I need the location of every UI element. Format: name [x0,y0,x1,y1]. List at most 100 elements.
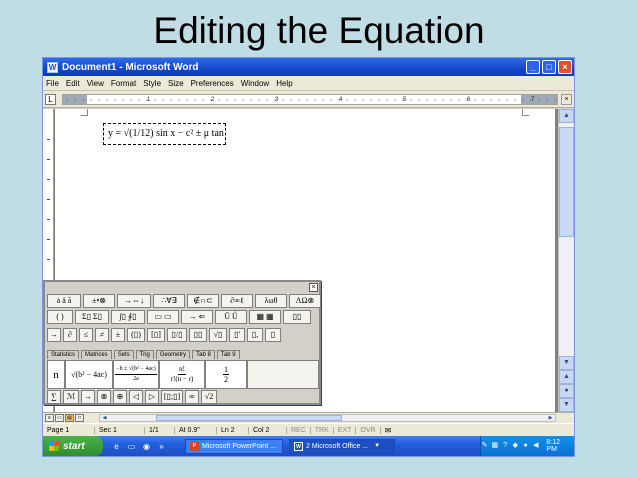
palette-leq-button[interactable]: ≤ [79,328,93,342]
palette-paren-button[interactable]: (▯) [127,328,145,342]
palette-right-triangle-button[interactable]: ▷ [145,390,159,404]
menu-style[interactable]: Style [143,79,161,88]
palette-script-m-button[interactable]: ℳ [63,390,79,404]
equation-object[interactable]: y = √(1/12) sin x − c² ± μ tan x [103,123,226,145]
vertical-scroll-thumb[interactable] [559,127,574,237]
status-ext[interactable]: EXT [334,426,357,434]
taskbar-powerpoint[interactable]: P Microsoft PowerPoint ... [185,438,283,454]
palette-sum-small-button[interactable]: ∑ [47,390,61,404]
status-trk[interactable]: TRK [311,426,334,434]
browse-object-icon[interactable]: ● [559,384,574,398]
palette-oplus-button[interactable]: ⊕ [113,390,127,404]
status-rec[interactable]: REC [287,426,311,434]
palette-bar-button[interactable]: ▭ ▭ [147,310,179,324]
palette-pm-button[interactable]: ± [111,328,125,342]
tab-selector-button[interactable]: L [45,93,56,105]
palette-arrow-button[interactable]: → [47,328,61,342]
template-quadratic-solution-button[interactable]: −b ± √(b² − 4ac) 2a [113,360,159,389]
palette-close-button[interactable]: × [309,283,318,292]
horizontal-scroll-thumb[interactable] [156,415,342,421]
horizontal-scrollbar[interactable]: ◀ ▶ [99,414,556,422]
title-bar[interactable]: W Document1 - Microsoft Word _ □ × [43,58,574,76]
palette-neq-button[interactable]: ≠ [95,328,109,342]
tab-statistics[interactable]: Statistics [47,350,80,359]
security-icon[interactable]: ◆ [512,442,519,450]
palette-box-button[interactable]: ▯▯ [283,310,311,324]
print-view-button[interactable]: ▤ [65,414,74,422]
palette-subscript-button[interactable]: ▯, [247,328,263,342]
vertical-scrollbar[interactable]: ▲ ▼ ▲ ● ▼ [558,109,574,412]
spelling-book-icon[interactable]: ✉ [385,426,392,435]
help-icon[interactable]: ? [501,442,508,450]
ruler-close-button[interactable]: × [561,94,572,105]
palette-set-button[interactable]: ∉∩⊂ [187,294,219,308]
desktop-icon[interactable]: ▭ [126,441,137,452]
menu-preferences[interactable]: Preferences [191,79,234,88]
palette-prime-button[interactable]: ▯' [229,328,245,342]
outline-view-button[interactable]: □ [75,414,84,422]
normal-view-button[interactable]: ≡ [45,414,54,422]
palette-greek-upper-button[interactable]: ΛΩ⊗ [289,294,321,308]
menu-edit[interactable]: Edit [66,79,80,88]
palette-relations-button[interactable]: ȧ ä ā [47,294,81,308]
close-button[interactable]: × [558,60,572,74]
template-permutation-button[interactable]: n! r!(n − r) [159,360,205,389]
volume-icon[interactable]: ◀ [532,442,539,450]
scroll-down-arrow-icon[interactable]: ▼ [559,356,574,370]
menu-file[interactable]: File [46,79,59,88]
network-icon[interactable]: ● [522,442,529,450]
palette-integral-button[interactable]: ∫▯ ∮▯ [111,310,145,324]
start-button[interactable]: start [43,436,103,456]
palette-operators-button[interactable]: ±•⊗ [83,294,115,308]
palette-vector-button[interactable]: → [81,390,95,404]
template-empty-slot[interactable] [247,360,319,389]
palette-otimes-button[interactable]: ⊗ [97,390,111,404]
media-icon[interactable]: ◉ [141,441,152,452]
pen-icon[interactable]: ✎ [481,442,488,450]
palette-labeled-arrow-button[interactable]: → ⇐ [181,310,213,324]
palette-sqrt2-button[interactable]: √2 [201,390,217,404]
palette-logic-button[interactable]: ∴∀∃ [153,294,185,308]
menu-window[interactable]: Window [241,79,269,88]
palette-arrows-button[interactable]: →⇔↓ [117,294,151,308]
keyboard-icon[interactable]: ▦ [491,442,499,450]
palette-misc-button[interactable]: ∂∞ℓ [221,294,253,308]
palette-left-triangle-button[interactable]: ◁ [129,390,143,404]
palette-bracket-button[interactable]: [▯] [147,328,165,342]
minimize-button[interactable]: _ [526,60,540,74]
tab-8[interactable]: Tab 8 [192,350,215,359]
maximize-button[interactable]: □ [542,60,556,74]
palette-pair-button[interactable]: ▯▯ [189,328,207,342]
tab-9[interactable]: Tab 9 [216,350,240,359]
palette-fence-button[interactable]: ( ) [47,310,73,324]
tab-matrices[interactable]: Matrices [81,350,112,359]
tab-trig[interactable]: Trig [135,350,154,359]
web-view-button[interactable]: ▭ [55,414,64,422]
taskbar-word[interactable]: W 2 Microsoft Office ... ▼ [289,438,395,454]
menu-size[interactable]: Size [168,79,184,88]
menu-format[interactable]: Format [111,79,136,88]
palette-summation-button[interactable]: Σ▯ Σ▯ [75,310,109,324]
scroll-right-arrow-icon[interactable]: ▶ [546,415,555,421]
palette-infinity-button[interactable]: ∞ [185,390,199,404]
tab-geometry[interactable]: Geometry [155,350,191,359]
palette-interval-button[interactable]: [▯;▯] [161,390,183,404]
status-ovr[interactable]: OVR [356,426,381,434]
next-page-icon[interactable]: ▼ [559,398,574,412]
palette-sqrt-button[interactable]: √▯ [209,328,227,342]
scroll-up-arrow-icon[interactable]: ▲ [559,109,574,123]
template-quadratic-root-button[interactable]: √(b² − 4ac) [65,360,113,389]
palette-matrix-button[interactable]: ▦ ▦ [249,310,281,324]
palette-partial-button[interactable]: ∂ [63,328,77,342]
palette-box-small-button[interactable]: ▯ [265,328,281,342]
tab-sets[interactable]: Sets [113,350,134,359]
palette-greek-lower-button[interactable]: λωθ [255,294,287,308]
ie-icon[interactable]: e [111,441,122,452]
quick-launch-more-icon[interactable]: » [156,441,167,452]
palette-product-button[interactable]: Ū Ů [215,310,247,324]
scroll-left-arrow-icon[interactable]: ◀ [100,415,109,421]
horizontal-ruler[interactable]: 1 2 3 4 5 6 7 [62,94,558,105]
prev-page-icon[interactable]: ▲ [559,370,574,384]
template-one-half-button[interactable]: 12 [205,360,247,389]
palette-fraction-button[interactable]: ▯/▯ [167,328,187,342]
